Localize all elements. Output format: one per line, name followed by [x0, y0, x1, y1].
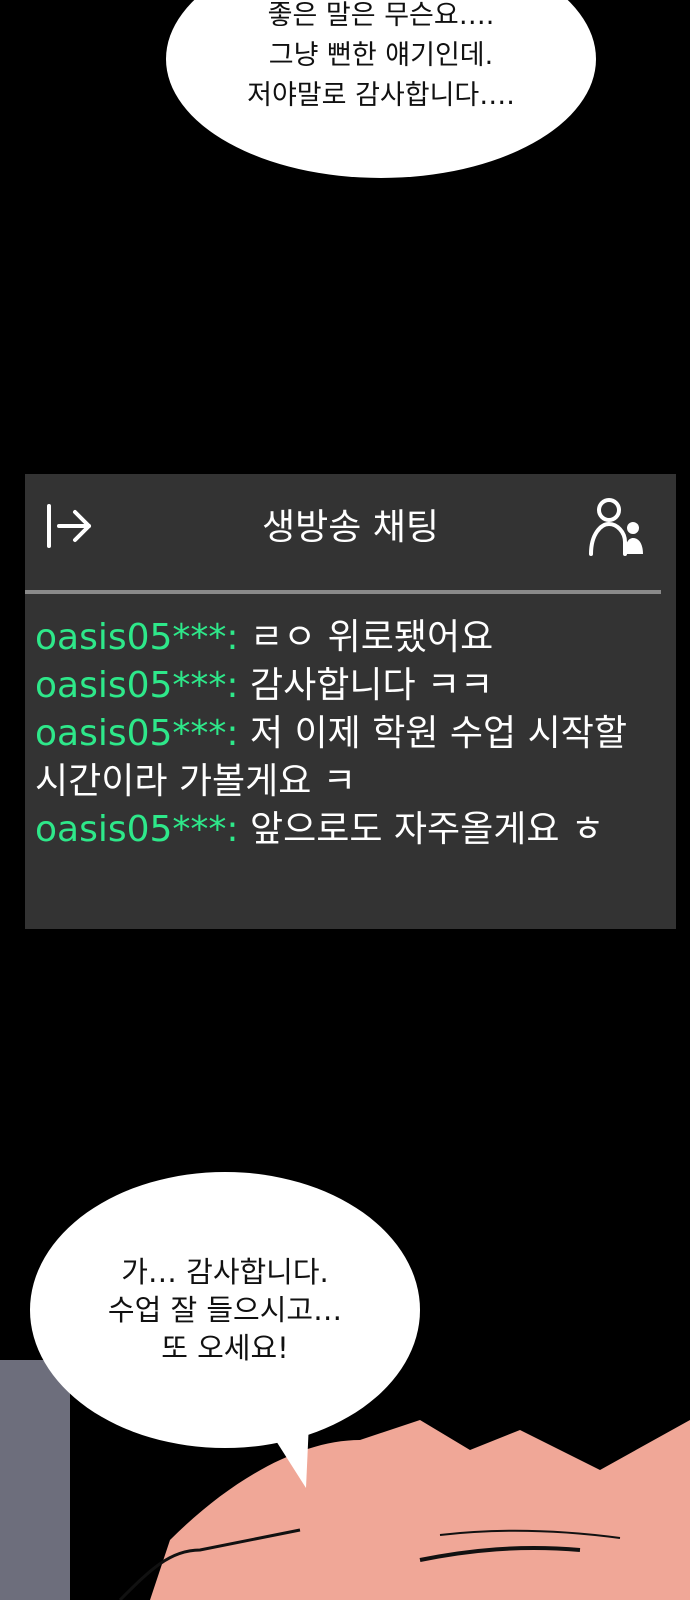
chat-message: oasis05***: ㄹㅇ 위로됐어요 [35, 614, 667, 662]
speech-line: 가… 감사합니다. [121, 1255, 329, 1289]
speech-line: 좋은 말은 무슨요…. [267, 0, 495, 31]
speech-line: 그냥 뻔한 얘기인데. [268, 40, 494, 71]
header-divider [25, 590, 661, 594]
chat-text: 앞으로도 자주올게요 ㅎ [238, 809, 605, 850]
chat-title: 생방송 채팅 [261, 507, 440, 548]
chat-message: oasis05***: 감사합니다 ㅋㅋ [35, 662, 667, 710]
chat-text: 감사합니다 ㅋㅋ [238, 665, 494, 706]
chat-username: oasis05***: [35, 617, 239, 658]
chat-message: oasis05***: 앞으로도 자주올게요 ㅎ [35, 806, 667, 854]
live-chat-panel: 생방송 채팅 oasis05***: ㄹㅇ 위로됐어요 oasis05***: … [25, 474, 676, 929]
chat-username: oasis05***: [35, 665, 239, 706]
speech-bubble-top: 좋은 말은 무슨요…. 그냥 뻔한 얘기인데. 저야말로 감사합니다…. [166, 0, 596, 178]
chat-username: oasis05***: [35, 713, 239, 754]
users-icon[interactable] [585, 494, 649, 558]
speech-line: 수업 잘 들으시고… [107, 1293, 343, 1327]
chat-text: ㄹㅇ 위로됐어요 [238, 617, 494, 658]
chat-message: oasis05***: 저 이제 학원 수업 시작할 시간이라 가볼게요 ㅋ [35, 710, 667, 806]
speech-line: 또 오세요! [161, 1331, 289, 1365]
chat-username: oasis05***: [35, 809, 239, 850]
speech-line: 저야말로 감사합니다…. [247, 80, 515, 111]
speech-bubble-bottom: 가… 감사합니다. 수업 잘 들으시고… 또 오세요! [30, 1172, 420, 1448]
chat-header: 생방송 채팅 [25, 474, 676, 594]
chat-message-list: oasis05***: ㄹㅇ 위로됐어요 oasis05***: 감사합니다 ㅋ… [35, 614, 667, 854]
